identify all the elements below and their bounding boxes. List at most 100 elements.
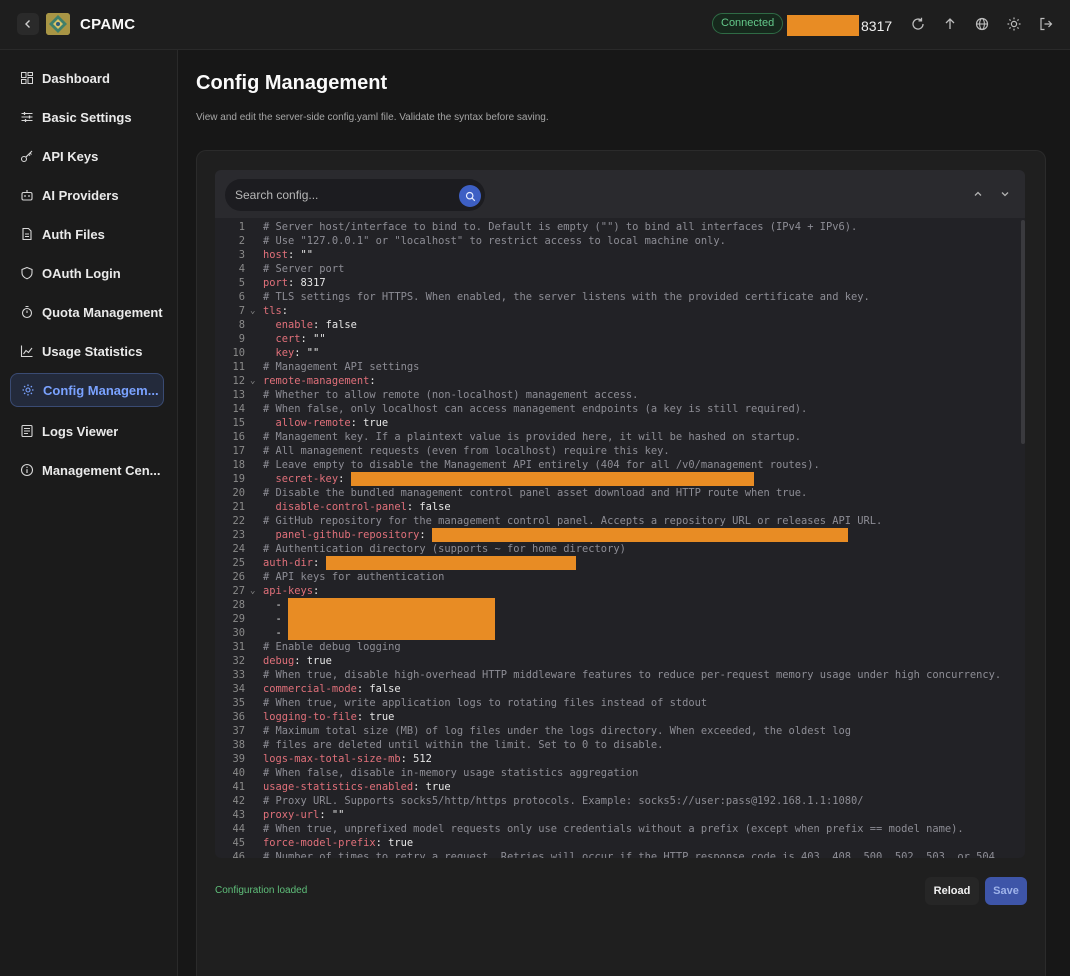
code-line[interactable]: 2 # Use "127.0.0.1" or "localhost" to res… — [215, 234, 1021, 248]
code-line[interactable]: 4 # Server port — [215, 262, 1021, 276]
fold-chevron-icon[interactable]: ⌄ — [250, 304, 255, 318]
dashboard-icon — [21, 72, 33, 84]
yaml-value: true — [300, 655, 332, 667]
code-line[interactable]: 38 # files are deleted until within the l… — [215, 738, 1021, 752]
code-line[interactable]: 45 force-model-prefix: true — [215, 836, 1021, 850]
code-line[interactable]: 18 # Leave empty to disable the Managemen… — [215, 458, 1021, 472]
globe-icon[interactable] — [974, 16, 990, 32]
logs-icon — [21, 424, 33, 438]
code-line[interactable]: 22 # GitHub repository for the management… — [215, 514, 1021, 528]
code-line[interactable]: 27 ⌄ api-keys: — [215, 584, 1021, 598]
code-lines[interactable]: 1 # Server host/interface to bind to. Def… — [215, 220, 1021, 858]
sidebar-item-management-center[interactable]: Management Cen... — [10, 453, 164, 487]
chevron-up-icon — [974, 191, 982, 196]
editor-scrollbar[interactable] — [1021, 220, 1025, 444]
code-line[interactable]: 10 key: "" — [215, 346, 1021, 360]
code-line[interactable]: 37 # Maximum total size (MB) of log files… — [215, 724, 1021, 738]
save-button[interactable]: Save — [985, 877, 1027, 905]
fold-chevron-icon[interactable]: ⌄ — [250, 374, 255, 388]
chevron-left-icon — [25, 20, 30, 28]
code-line[interactable]: 34 commercial-mode: false — [215, 682, 1021, 696]
line-number: 38 — [232, 739, 245, 751]
sidebar-item-basic-settings[interactable]: Basic Settings — [10, 100, 164, 134]
code-line[interactable]: 24 # Authentication directory (supports ~… — [215, 542, 1021, 556]
sidebar-item-usage-statistics[interactable]: Usage Statistics — [10, 334, 164, 368]
redacted-value — [350, 472, 754, 486]
yaml-key: remote-management — [263, 375, 370, 387]
code-line[interactable]: 8 enable: false — [215, 318, 1021, 332]
code-line[interactable]: 1 # Server host/interface to bind to. Def… — [215, 220, 1021, 234]
logout-icon[interactable] — [1038, 16, 1054, 32]
line-number: 4 — [238, 263, 245, 275]
code-line[interactable]: 25 auth-dir: — [215, 556, 1021, 570]
code-line[interactable]: 32 debug: true — [215, 654, 1021, 668]
fold-chevron-icon[interactable]: ⌄ — [250, 584, 255, 598]
code-line[interactable]: 42 # Proxy URL. Supports socks5/http/http… — [215, 794, 1021, 808]
code-line[interactable]: 33 # When true, disable high-overhead HTT… — [215, 668, 1021, 682]
code-line[interactable]: 17 # All management requests (even from l… — [215, 444, 1021, 458]
yaml-key: logging-to-file — [263, 711, 357, 723]
line-number: 14 — [232, 403, 245, 415]
line-number: 10 — [232, 347, 245, 359]
code-line[interactable]: 11 # Management API settings — [215, 360, 1021, 374]
yaml-value: 512 — [406, 753, 432, 765]
search-button[interactable] — [459, 185, 481, 207]
code-line[interactable]: 13 # Whether to allow remote (non-localho… — [215, 388, 1021, 402]
sidebar-item-dashboard[interactable]: Dashboard — [10, 61, 164, 95]
code-line[interactable]: 31 # Enable debug logging — [215, 640, 1021, 654]
code-line[interactable]: 44 # When true, unprefixed model requests… — [215, 822, 1021, 836]
code-line[interactable]: 40 # When false, disable in-memory usage … — [215, 766, 1021, 780]
search-prev-button[interactable] — [967, 183, 989, 205]
line-number: 2 — [238, 235, 245, 247]
yaml-value: "" — [325, 809, 345, 821]
yaml-key: host — [263, 249, 289, 261]
code-line[interactable]: 29 - — [215, 612, 1021, 626]
sidebar-item-ai-providers[interactable]: AI Providers — [10, 178, 164, 212]
code-line[interactable]: 46 # Number of times to retry a request. … — [215, 850, 1021, 858]
refresh-icon[interactable] — [910, 16, 926, 32]
sidebar-item-quota-management[interactable]: Quota Management — [10, 295, 164, 329]
code-line[interactable]: 16 # Management key. If a plaintext value… — [215, 430, 1021, 444]
yaml-comment: # Use "127.0.0.1" or "localhost" to rest… — [263, 235, 726, 247]
code-line[interactable]: 21 disable-control-panel: false — [215, 500, 1021, 514]
code-line[interactable]: 6 # TLS settings for HTTPS. When enabled,… — [215, 290, 1021, 304]
code-line[interactable]: 28 - — [215, 598, 1021, 612]
code-line[interactable]: 26 # API keys for authentication — [215, 570, 1021, 584]
line-number: 28 — [232, 599, 245, 611]
code-line[interactable]: 41 usage-statistics-enabled: true — [215, 780, 1021, 794]
sidebar-item-logs-viewer[interactable]: Logs Viewer — [10, 414, 164, 448]
code-line[interactable]: 35 # When true, write application logs to… — [215, 696, 1021, 710]
code-line[interactable]: 5 port: 8317 — [215, 276, 1021, 290]
code-line[interactable]: 30 - — [215, 626, 1021, 640]
yaml-key: api-keys — [263, 585, 314, 597]
line-number: 22 — [232, 515, 245, 527]
code-line[interactable]: 3 host: "" — [215, 248, 1021, 262]
sidebar-item-oauth-login[interactable]: OAuth Login — [10, 256, 164, 290]
search-next-button[interactable] — [994, 183, 1016, 205]
code-line[interactable]: 36 logging-to-file: true — [215, 710, 1021, 724]
back-button[interactable] — [17, 13, 39, 35]
yaml-comment: # Server host/interface to bind to. Defa… — [263, 221, 858, 233]
code-line[interactable]: 12 ⌄ remote-management: — [215, 374, 1021, 388]
code-line[interactable]: 14 # When false, only localhost can acces… — [215, 402, 1021, 416]
code-line[interactable]: 23 panel-github-repository: — [215, 528, 1021, 542]
upload-icon[interactable] — [942, 16, 958, 32]
code-line[interactable]: 20 # Disable the bundled management contr… — [215, 486, 1021, 500]
config-editor[interactable]: 1 # Server host/interface to bind to. Def… — [215, 170, 1025, 858]
code-line[interactable]: 9 cert: "" — [215, 332, 1021, 346]
reload-button[interactable]: Reload — [925, 877, 979, 905]
code-line[interactable]: 19 secret-key: — [215, 472, 1021, 486]
redacted-value — [431, 528, 848, 542]
sidebar-item-auth-files[interactable]: Auth Files — [10, 217, 164, 251]
theme-sun-icon[interactable] — [1006, 16, 1022, 32]
sidebar-item-config-management[interactable]: Config Managem... — [10, 373, 164, 407]
code-line[interactable]: 39 logs-max-total-size-mb: 512 — [215, 752, 1021, 766]
yaml-key: cert — [263, 333, 301, 345]
redacted-value — [325, 556, 576, 570]
config-search-input[interactable] — [225, 179, 485, 211]
code-line[interactable]: 7 ⌄ tls: — [215, 304, 1021, 318]
code-line[interactable]: 43 proxy-url: "" — [215, 808, 1021, 822]
code-line[interactable]: 15 allow-remote: true — [215, 416, 1021, 430]
sidebar-item-api-keys[interactable]: API Keys — [10, 139, 164, 173]
yaml-list-item: - — [263, 627, 289, 639]
